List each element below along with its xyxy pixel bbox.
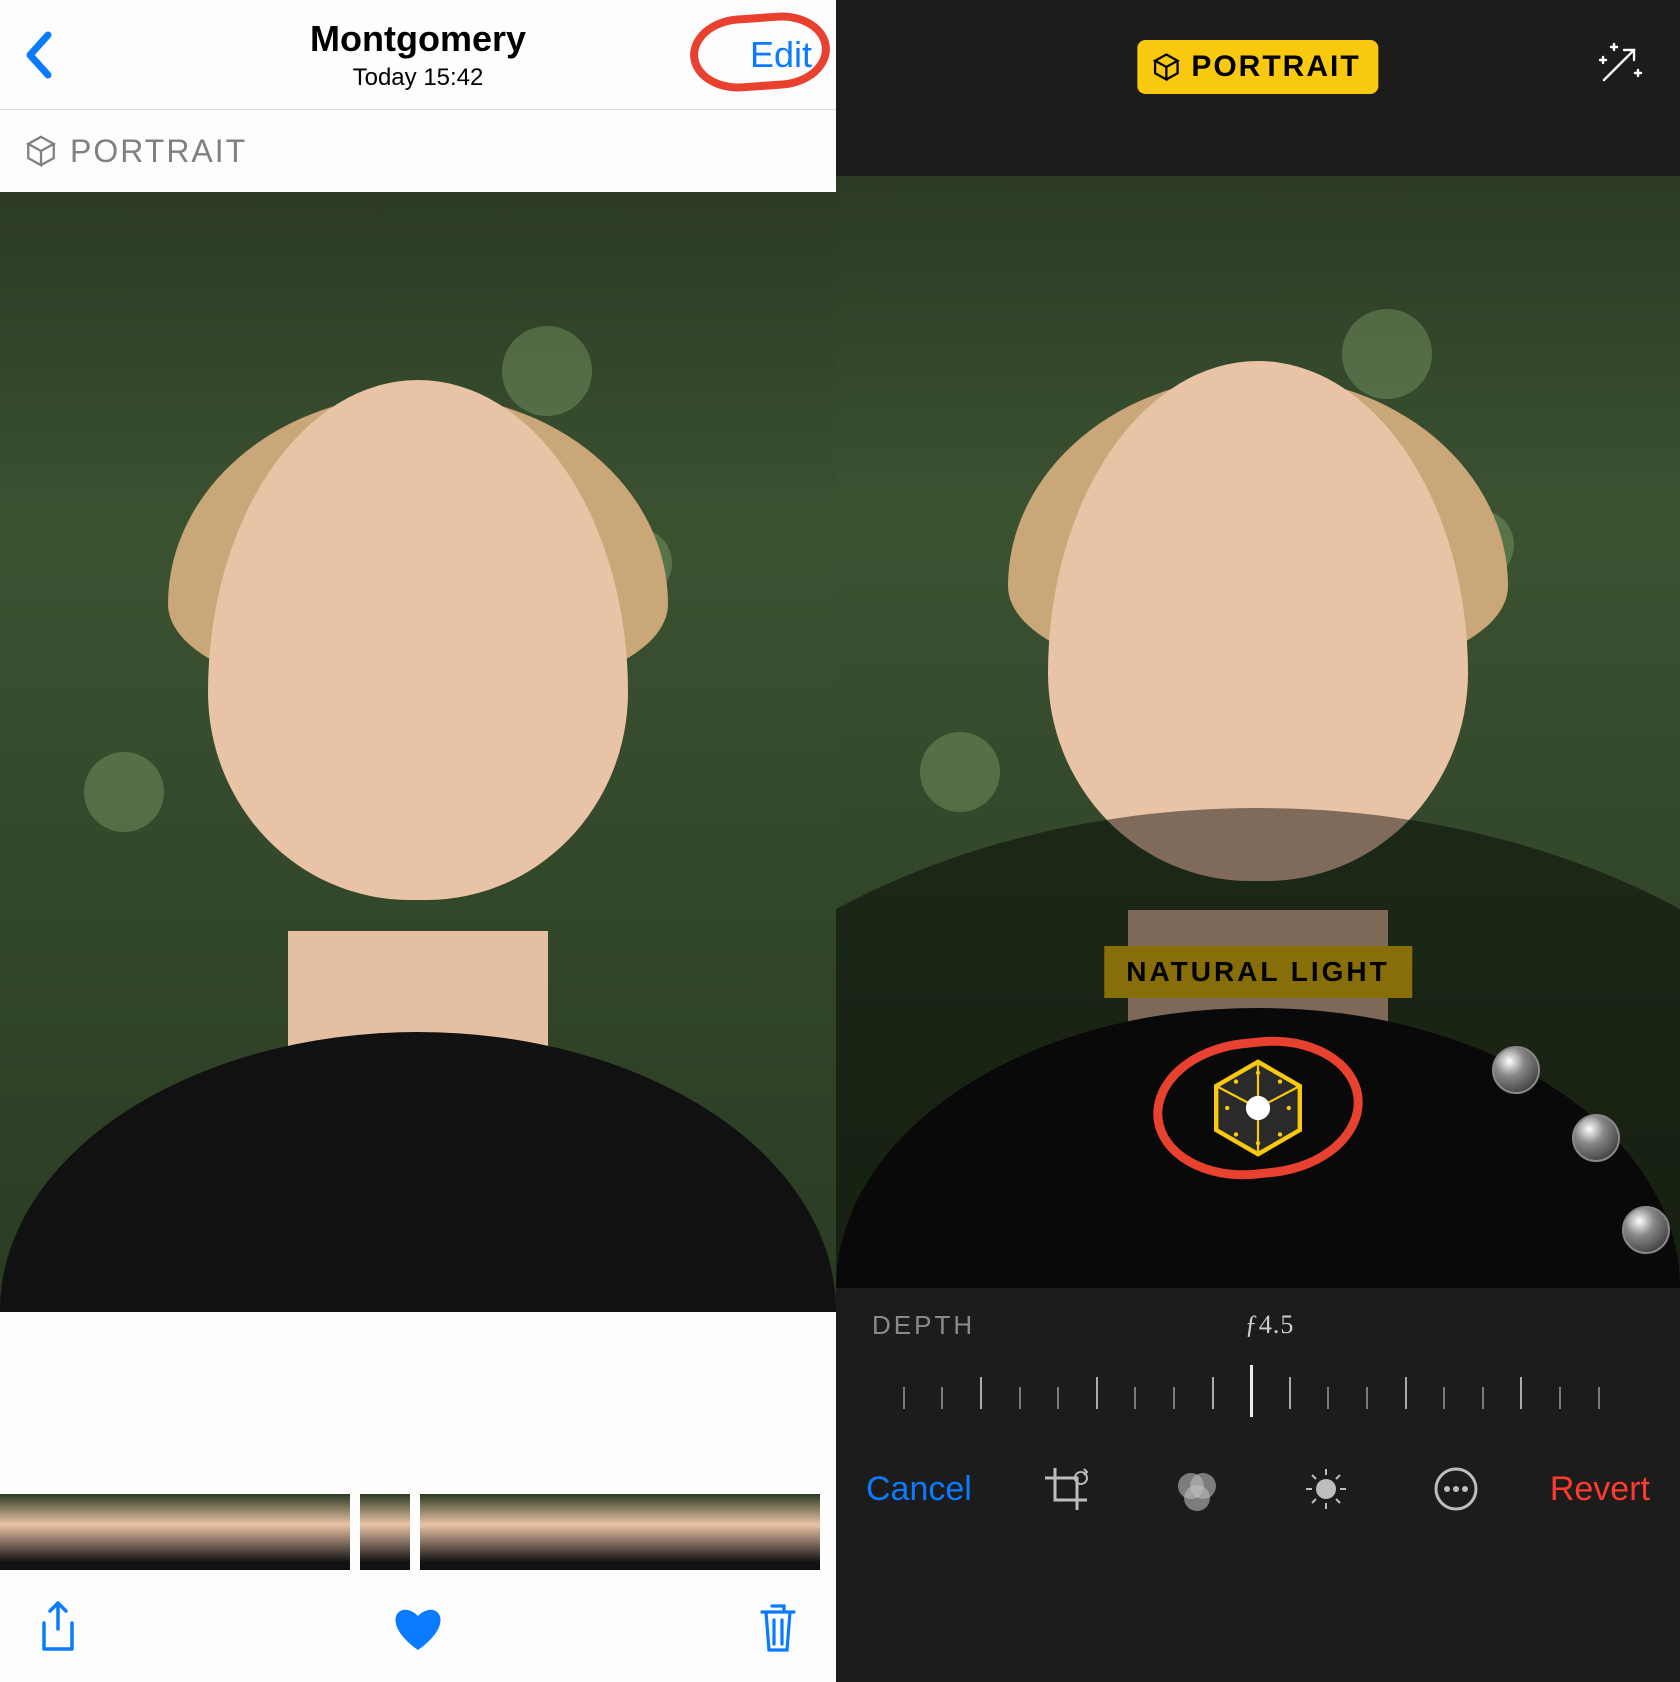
thumbnail[interactable] — [570, 1494, 620, 1570]
portrait-mode-label: PORTRAIT — [70, 133, 247, 170]
delete-button[interactable] — [756, 1600, 800, 1654]
photo-timestamp: Today 15:42 — [0, 64, 836, 92]
portrait-mode-row: PORTRAIT — [0, 110, 836, 192]
photo-editor-pane: PORTRAIT NATURAL LIGHT — [836, 0, 1680, 1682]
trash-icon — [756, 1600, 800, 1654]
chevron-left-icon — [24, 31, 52, 79]
nav-title-wrap: Montgomery Today 15:42 — [0, 18, 836, 92]
photo-placeholder — [0, 192, 836, 1312]
adjust-tool-button[interactable] — [1303, 1466, 1349, 1512]
magic-wand-icon — [1594, 40, 1644, 90]
thumbnail[interactable] — [0, 1494, 50, 1570]
crop-icon — [1043, 1466, 1089, 1512]
thumbnail-current[interactable] — [360, 1494, 410, 1570]
cancel-button[interactable]: Cancel — [866, 1470, 972, 1509]
thumbnail[interactable] — [50, 1494, 100, 1570]
thumbnail[interactable] — [200, 1494, 250, 1570]
auto-enhance-button[interactable] — [1594, 40, 1644, 90]
editor-header: PORTRAIT — [836, 0, 1680, 176]
thumbnail[interactable] — [420, 1494, 470, 1570]
thumbnail[interactable] — [720, 1494, 770, 1570]
main-photo-area[interactable] — [0, 192, 836, 1312]
crop-tool-button[interactable] — [1043, 1466, 1089, 1512]
thumbnail[interactable] — [520, 1494, 570, 1570]
editor-toolbar: Cancel Revert — [836, 1427, 1680, 1551]
share-button[interactable] — [36, 1599, 80, 1655]
thumbnail-strip[interactable] — [0, 1492, 836, 1572]
photo-viewer-pane: Montgomery Today 15:42 Edit PORTRAIT — [0, 0, 836, 1682]
depth-value: ƒ4.5 — [1245, 1310, 1295, 1341]
filters-tool-button[interactable] — [1173, 1466, 1219, 1512]
back-button[interactable] — [24, 31, 84, 79]
thumbnail[interactable] — [670, 1494, 720, 1570]
thumbnail[interactable] — [620, 1494, 670, 1570]
thumbnail[interactable] — [770, 1494, 820, 1570]
adjust-icon — [1303, 1466, 1349, 1512]
portrait-toggle-label: PORTRAIT — [1191, 50, 1360, 84]
depth-control: DEPTH ƒ4.5 — [836, 1288, 1680, 1427]
share-icon — [36, 1599, 80, 1655]
lighting-mode-selector[interactable] — [1198, 1048, 1318, 1168]
photo-title: Montgomery — [0, 18, 836, 60]
thumbnail[interactable] — [300, 1494, 350, 1570]
heart-icon — [390, 1602, 446, 1652]
lighting-option[interactable] — [1492, 1046, 1540, 1094]
thumbnail[interactable] — [100, 1494, 150, 1570]
lighting-cube-icon — [1203, 1053, 1313, 1163]
more-icon — [1433, 1466, 1479, 1512]
editor-tool-icons — [1043, 1466, 1479, 1512]
thumbnail[interactable] — [470, 1494, 520, 1570]
portrait-toggle-button[interactable]: PORTRAIT — [1137, 40, 1378, 94]
editor-photo-area[interactable]: NATURAL LIGHT — [836, 176, 1680, 1288]
depth-slider[interactable] — [872, 1357, 1644, 1427]
thumbnail[interactable] — [250, 1494, 300, 1570]
lighting-option[interactable] — [1572, 1114, 1620, 1162]
thumbnail[interactable] — [150, 1494, 200, 1570]
viewer-toolbar — [0, 1572, 836, 1682]
more-tools-button[interactable] — [1433, 1466, 1479, 1512]
lighting-option[interactable] — [1622, 1206, 1670, 1254]
nav-bar: Montgomery Today 15:42 Edit — [0, 0, 836, 110]
filters-icon — [1173, 1466, 1219, 1512]
favorite-button[interactable] — [390, 1602, 446, 1652]
cube-icon — [24, 134, 58, 168]
depth-label: DEPTH — [872, 1310, 975, 1341]
edit-button[interactable]: Edit — [750, 34, 812, 76]
revert-button[interactable]: Revert — [1550, 1470, 1650, 1509]
cube-icon — [1151, 52, 1181, 82]
